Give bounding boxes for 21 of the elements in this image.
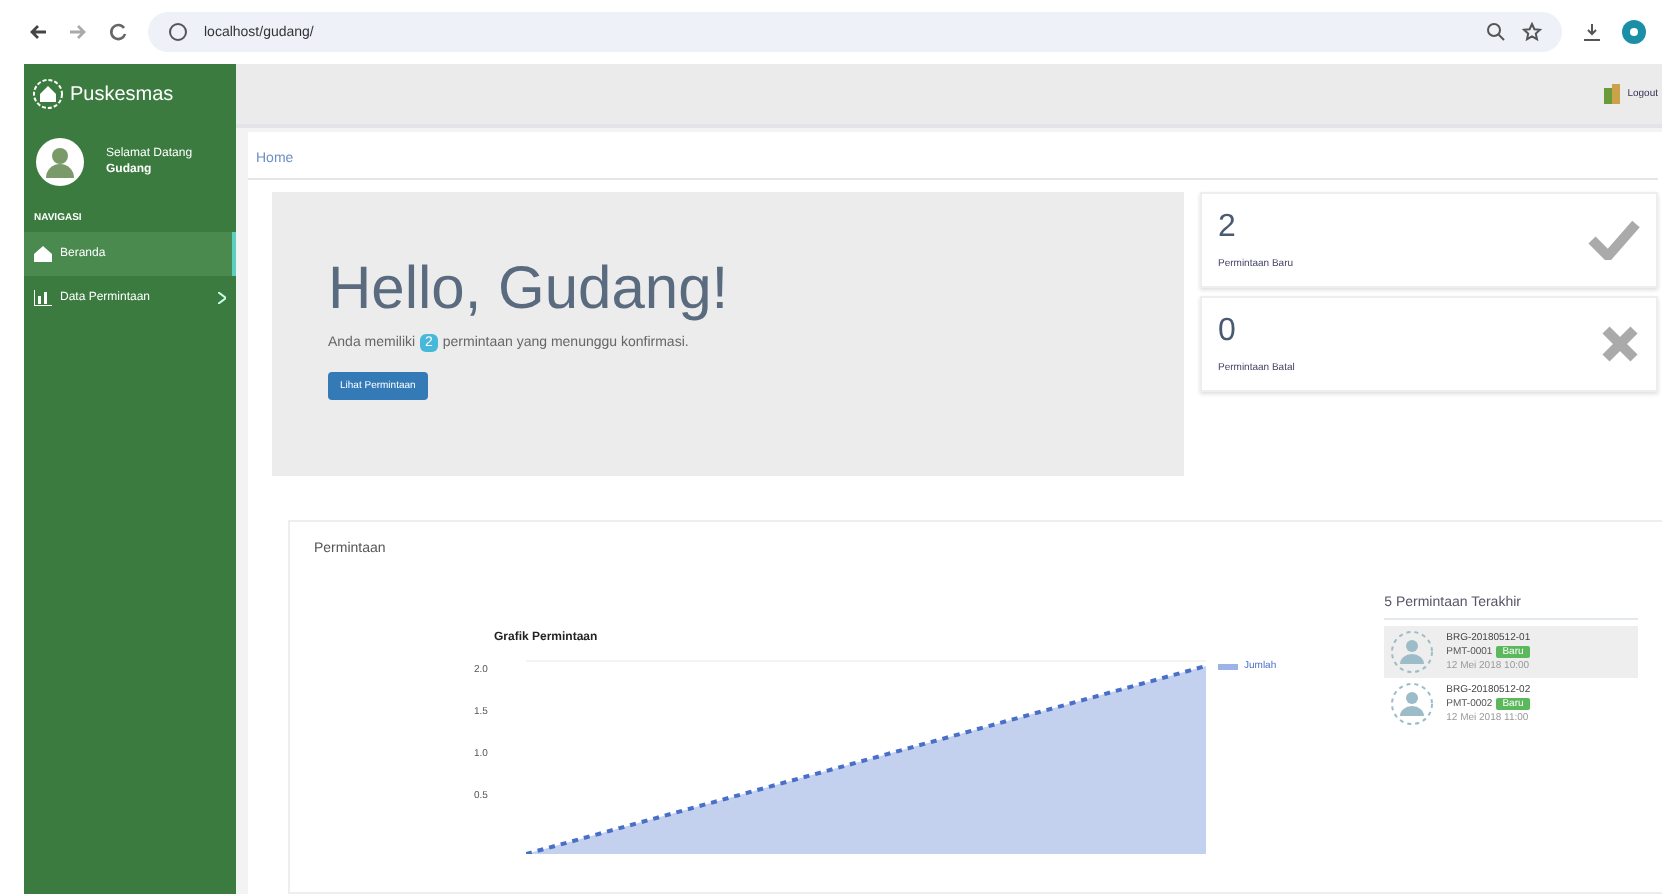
star-icon[interactable]: [1522, 22, 1542, 42]
back-icon[interactable]: [28, 22, 48, 42]
person-icon: [1390, 630, 1435, 674]
legend-swatch-icon: [1218, 663, 1238, 669]
person-icon: [1390, 682, 1435, 726]
bar-chart-icon: [34, 290, 52, 306]
close-icon: [1600, 324, 1640, 364]
stat-value: 0: [1218, 314, 1238, 350]
home-logo-icon: [32, 78, 64, 110]
download-icon[interactable]: [1582, 22, 1602, 42]
welcome-title: Hello, Gudang!: [328, 256, 731, 324]
reload-icon[interactable]: [108, 22, 128, 42]
user-icon: [1603, 84, 1620, 104]
zoom-icon[interactable]: [1486, 22, 1506, 42]
avatar-icon: [34, 136, 86, 188]
home-icon: [34, 246, 52, 262]
brand-name: Puskesmas: [70, 83, 174, 105]
profile-icon[interactable]: [1622, 20, 1646, 44]
site-info-icon[interactable]: [168, 22, 188, 42]
check-icon: [1588, 220, 1640, 260]
stat-value: 2: [1218, 210, 1238, 246]
